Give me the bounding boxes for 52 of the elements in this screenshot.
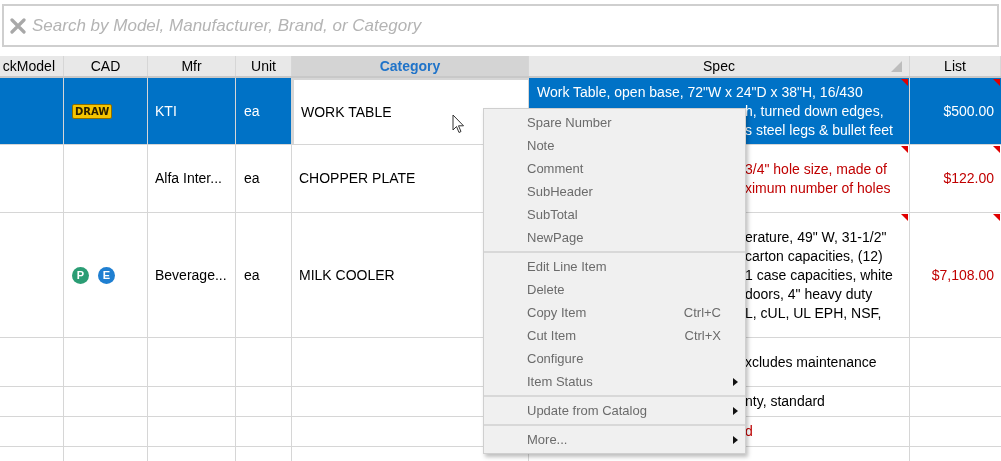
table-cell <box>0 145 64 213</box>
table-cell: ea <box>236 213 292 338</box>
spec-text: 3/4" hole size, made of <box>745 159 887 179</box>
submenu-arrow-icon <box>733 435 738 444</box>
table-cell: Alfa Inter... <box>148 145 236 213</box>
shortcut-text: Ctrl+C <box>683 303 721 322</box>
table-cell: ea <box>236 145 292 213</box>
price-text: $7,108.00 <box>931 265 994 285</box>
menu-item[interactable]: Edit Line Item <box>484 251 745 278</box>
search-input[interactable]: Search by Model, Manufacturer, Brand, or Category <box>32 12 991 39</box>
menu-item[interactable]: Update from Catalog <box>484 395 745 422</box>
search-field[interactable]: Search by Model, Manufacturer, Brand, or Category <box>2 4 999 47</box>
spec-text: xcludes maintenance <box>745 352 877 372</box>
column-header[interactable]: List <box>910 56 1001 76</box>
spec-text: ximum number of holes <box>745 178 891 198</box>
column-header[interactable]: Spec <box>529 56 910 76</box>
column-header[interactable]: Mfr <box>148 56 236 76</box>
table-cell <box>236 387 292 417</box>
table-cell <box>0 417 64 447</box>
draw-badge: DRAW <box>72 103 113 119</box>
table-cell: ea <box>236 78 292 145</box>
table-cell <box>236 417 292 447</box>
menu-item[interactable]: Configure <box>484 347 745 370</box>
circle-badge: P <box>72 266 89 284</box>
spec-text: h, turned down edges, <box>745 101 884 121</box>
submenu-arrow-icon <box>733 406 738 415</box>
shortcut-text: Ctrl+X <box>684 326 721 345</box>
column-header[interactable]: Category <box>292 56 529 76</box>
spec-text: carton capacities, (12) <box>745 246 883 266</box>
table-cell <box>0 338 64 387</box>
table-cell: KTI <box>148 78 236 145</box>
spec-text: L, cUL, UL EPH, NSF, <box>745 303 882 323</box>
spec-text: s steel legs & bullet feet <box>745 120 893 140</box>
circle-badge: E <box>98 266 115 284</box>
submenu-arrow-icon <box>733 377 738 386</box>
spec-text: d <box>745 422 753 441</box>
column-header[interactable]: CAD <box>64 56 148 76</box>
table-cell <box>236 338 292 387</box>
spec-text: 1 case capacities, white <box>745 265 893 285</box>
spec-text: erature, 49" W, 31-1/2" <box>745 227 887 247</box>
mouse-cursor-icon <box>452 114 465 134</box>
spec-text: Work Table, open base, 72"W x 24"D x 38"H, 16/430 <box>537 82 863 102</box>
menu-item[interactable]: Item Status <box>484 370 745 393</box>
clear-icon[interactable] <box>10 17 26 34</box>
price-text: $500.00 <box>943 101 994 121</box>
spec-text: doors, 4" heavy duty <box>745 284 873 304</box>
table-cell: Beverage... <box>148 213 236 338</box>
column-header[interactable]: ckModel <box>0 56 64 76</box>
menu-item[interactable]: More... <box>484 424 745 451</box>
spec-text: nty, standard <box>745 392 825 411</box>
table-cell <box>0 387 64 417</box>
price-text: $122.00 <box>943 169 994 188</box>
